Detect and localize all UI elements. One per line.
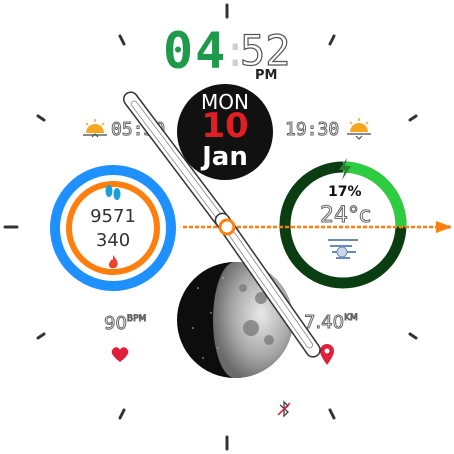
- analog-hands: [122, 91, 452, 358]
